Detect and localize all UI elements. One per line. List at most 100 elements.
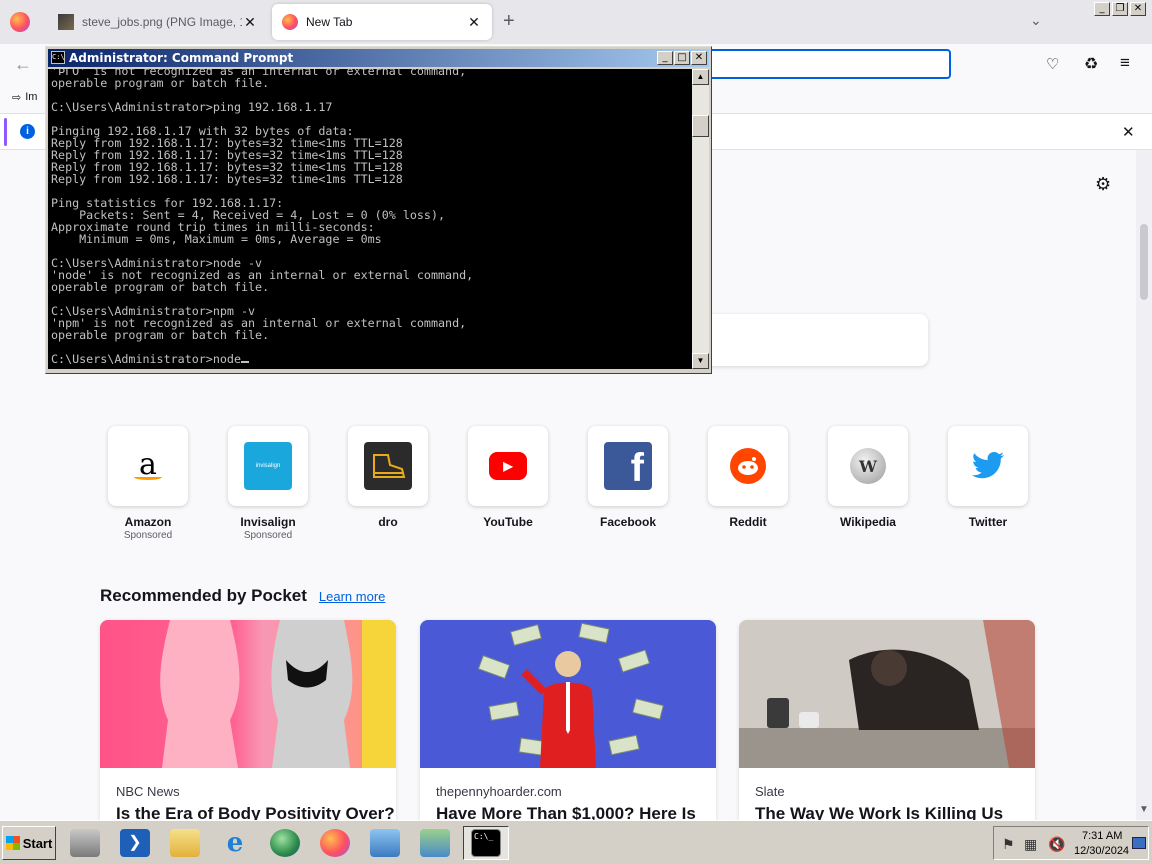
- card-title: The Way We Work Is Killing Us: [755, 804, 1004, 820]
- start-label: Start: [22, 835, 53, 851]
- top-site-twitter[interactable]: Twitter: [928, 426, 1048, 530]
- pocket-icon[interactable]: ♡: [1046, 55, 1059, 73]
- pocket-header: Recommended by Pocket Learn more: [100, 586, 385, 606]
- clock-time[interactable]: 7:31 AM: [1082, 830, 1122, 842]
- new-tab-button[interactable]: +: [503, 10, 515, 33]
- boot-logo-icon: [364, 442, 412, 490]
- back-arrow-icon[interactable]: ←: [14, 54, 32, 75]
- console-line: Reply from 192.168.1.17: bytes=32 time<1…: [51, 172, 403, 186]
- folder-icon[interactable]: [162, 826, 208, 860]
- console-line: operable program or batch file.: [51, 76, 270, 90]
- window-controls: _ ❐ ✕: [1094, 2, 1146, 16]
- tab-steve-jobs-image[interactable]: steve_jobs.png (PNG Image, 1920 ✕: [48, 4, 268, 40]
- card-title: Is the Era of Body Positivity Over?: [116, 804, 395, 820]
- start-button[interactable]: Start: [2, 826, 56, 860]
- command-prompt-icon: C:\_: [471, 829, 501, 857]
- top-site-invisalign[interactable]: invisalign Invisalign Sponsored: [208, 426, 328, 541]
- top-site-dro[interactable]: dro: [328, 426, 448, 530]
- console-output[interactable]: 'ÞΓÖ' is not recognized as an internal o…: [48, 69, 692, 369]
- cmd-title-bar[interactable]: C:\ Administrator: Command Prompt _ □ ✕: [48, 49, 709, 67]
- flag-icon[interactable]: ⚑: [1002, 836, 1015, 853]
- close-icon[interactable]: ✕: [1122, 123, 1135, 141]
- command-prompt-taskbar-button[interactable]: C:\_: [463, 826, 509, 860]
- card-thumbnail: [420, 620, 716, 768]
- top-site-facebook[interactable]: f Facebook: [568, 426, 688, 530]
- gear-icon[interactable]: ⚙: [1095, 174, 1111, 195]
- clock-date[interactable]: 12/30/2024: [1074, 845, 1129, 857]
- scroll-down-icon[interactable]: ▼: [692, 353, 709, 369]
- window-title: Administrator: Command Prompt: [69, 51, 294, 65]
- scrollbar-thumb[interactable]: [1140, 224, 1148, 300]
- card-source: thepennyhoarder.com: [436, 784, 562, 799]
- minimize-button[interactable]: _: [1094, 2, 1110, 16]
- hamburger-icon[interactable]: ≡: [1120, 53, 1130, 73]
- computer-icon[interactable]: [62, 826, 108, 860]
- scrollbar-thumb[interactable]: [692, 115, 709, 137]
- amazon-logo-icon: a: [124, 442, 172, 490]
- close-button[interactable]: ✕: [691, 51, 707, 65]
- console-line: operable program or batch file.: [51, 280, 270, 294]
- maximize-button[interactable]: □: [674, 51, 690, 65]
- url-bar[interactable]: [700, 49, 951, 79]
- close-button[interactable]: ✕: [1130, 2, 1146, 16]
- page-scrollbar[interactable]: ▼: [1136, 150, 1152, 820]
- console-scrollbar[interactable]: ▲ ▼: [692, 69, 709, 369]
- network-icon[interactable]: ▦: [1024, 836, 1037, 853]
- minimize-button[interactable]: _: [657, 51, 673, 65]
- cmd-window-controls: _ □ ✕: [657, 51, 707, 65]
- card-title: Have More Than $1,000? Here Is: [436, 804, 696, 820]
- close-icon[interactable]: ✕: [466, 14, 482, 31]
- top-site-reddit[interactable]: Reddit: [688, 426, 808, 530]
- firefox-favicon-icon: [282, 14, 298, 30]
- console-line: C:\Users\Administrator>ping 192.168.1.17: [51, 100, 333, 114]
- system-tray: ⚑ ▦ 🔇 7:31 AM 12/30/2024: [993, 826, 1149, 860]
- top-site-amazon[interactable]: a Amazon Sponsored: [88, 426, 208, 541]
- invisalign-logo-icon: invisalign: [244, 442, 292, 490]
- import-bookmarks-button[interactable]: ⇨ Im: [12, 91, 37, 104]
- wikipedia-globe-icon: W: [850, 448, 886, 484]
- command-prompt-icon: C:\: [51, 51, 65, 64]
- card-source: Slate: [755, 784, 785, 799]
- card-source: NBC News: [116, 784, 180, 799]
- pocket-card[interactable]: Slate The Way We Work Is Killing Us: [739, 620, 1035, 820]
- card-thumbnail: [100, 620, 396, 768]
- scroll-down-icon[interactable]: ▼: [1139, 804, 1149, 815]
- tab-bar: steve_jobs.png (PNG Image, 1920 ✕ New Ta…: [0, 0, 1152, 44]
- console-line: Minimum = 0ms, Maximum = 0ms, Average = …: [51, 232, 382, 246]
- youtube-logo-icon: ▶: [489, 452, 527, 480]
- top-site-wikipedia[interactable]: W Wikipedia: [808, 426, 928, 530]
- learn-more-link[interactable]: Learn more: [319, 589, 385, 604]
- twitter-bird-icon: [964, 442, 1012, 490]
- import-icon: ⇨: [12, 92, 22, 104]
- console-text: 'ÞΓÖ' is not recognized as an internal o…: [51, 69, 473, 365]
- pocket-card[interactable]: thepennyhoarder.com Have More Than $1,00…: [420, 620, 716, 820]
- volume-muted-icon[interactable]: 🔇: [1048, 836, 1065, 853]
- tab-new-tab[interactable]: New Tab ✕: [272, 4, 492, 40]
- card-thumbnail: [739, 620, 1035, 768]
- import-bookmarks-label: Im: [25, 91, 38, 103]
- image-favicon-icon: [58, 14, 74, 30]
- scroll-up-icon[interactable]: ▲: [692, 69, 709, 85]
- restore-button[interactable]: ❐: [1112, 2, 1128, 16]
- console-line: C:\Users\Administrator>node: [51, 353, 473, 365]
- firefox-logo-icon[interactable]: [10, 12, 30, 32]
- show-desktop-icon[interactable]: [1132, 837, 1146, 849]
- chevron-down-icon[interactable]: ⌄: [1030, 12, 1042, 29]
- pocket-card[interactable]: NBC News Is the Era of Body Positivity O…: [100, 620, 396, 820]
- command-prompt-window[interactable]: C:\ Administrator: Command Prompt _ □ ✕ …: [45, 46, 712, 374]
- internet-explorer-icon[interactable]: e: [212, 826, 258, 860]
- puzzle-icon[interactable]: ♻: [1084, 54, 1098, 74]
- top-sites: a Amazon Sponsored invisalign Invisalign…: [88, 426, 1048, 556]
- powershell-icon[interactable]: ❯: [112, 826, 158, 860]
- windows-logo-icon: [5, 836, 20, 850]
- text-cursor: [241, 361, 249, 363]
- firefox-icon[interactable]: [312, 826, 358, 860]
- network-globe-icon[interactable]: [262, 826, 308, 860]
- notification-accent: [4, 118, 7, 146]
- control-panel-icon[interactable]: [362, 826, 408, 860]
- file-manager-icon[interactable]: [412, 826, 458, 860]
- close-icon[interactable]: ✕: [242, 14, 258, 31]
- top-site-youtube[interactable]: ▶ YouTube: [448, 426, 568, 530]
- taskbar: Start ❯ e C:\_ ⚑ ▦ 🔇 7:31 AM 12/30/2024: [0, 820, 1152, 864]
- reddit-logo-icon: [730, 448, 766, 484]
